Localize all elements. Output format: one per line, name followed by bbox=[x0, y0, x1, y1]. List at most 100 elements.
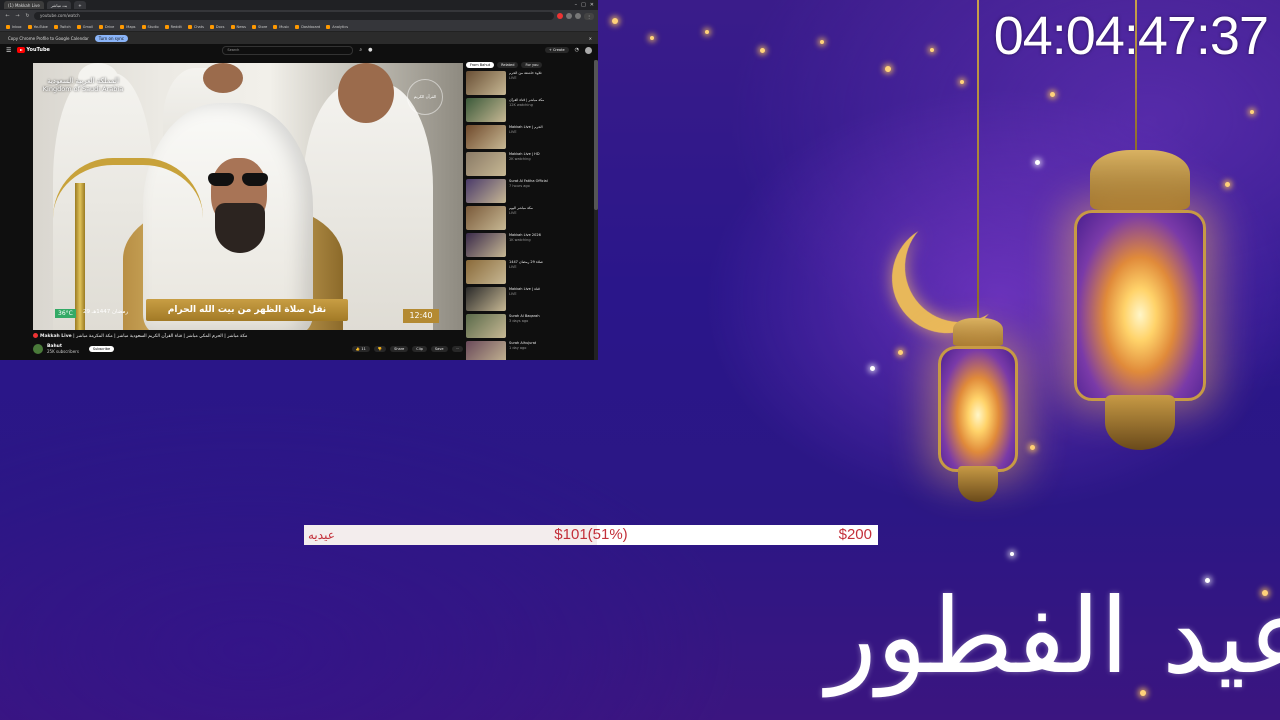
recommendation-item[interactable]: تلاوة خاشعة من الحرم LIVE bbox=[466, 71, 594, 97]
recommendation-meta: LIVE bbox=[509, 75, 517, 80]
scrollbar-thumb[interactable] bbox=[594, 60, 598, 210]
bell-icon[interactable]: ◔ bbox=[575, 47, 579, 53]
extension-icon[interactable] bbox=[557, 13, 563, 19]
share-button[interactable]: Share bbox=[390, 346, 409, 352]
youtube-logo[interactable]: YouTube bbox=[17, 47, 50, 53]
video-thumbnail[interactable] bbox=[466, 71, 506, 95]
mic-icon[interactable]: ● bbox=[368, 47, 372, 53]
more-button[interactable]: ⋯ bbox=[451, 346, 463, 352]
dislike-button[interactable]: 👎 bbox=[373, 346, 387, 352]
bookmark-item[interactable]: YouTube bbox=[27, 24, 48, 29]
search-input[interactable]: Search bbox=[222, 45, 354, 55]
recommendation-item[interactable]: Makkah Live 2026 1K watching bbox=[466, 233, 594, 259]
bookmark-item[interactable]: Maps bbox=[120, 24, 136, 29]
video-thumbnail[interactable] bbox=[466, 233, 506, 257]
bookmark-item[interactable]: News bbox=[230, 24, 246, 29]
sync-button[interactable]: Turn on sync bbox=[94, 34, 128, 42]
infobar-text: Copy Chrome Profile to Google Calendar bbox=[8, 35, 89, 41]
recommendation-item[interactable]: Makkah Live | الحرم LIVE bbox=[466, 125, 594, 151]
recommendation-item[interactable]: صلاة 29 رمضان 1447 LIVE bbox=[466, 260, 594, 286]
video-player[interactable]: المملكة العربية السعودية Kingdom of Saud… bbox=[33, 63, 463, 330]
recommendation-meta: 12K watching bbox=[509, 102, 533, 107]
forward-icon[interactable]: → bbox=[14, 13, 21, 20]
video-thumbnail[interactable] bbox=[466, 179, 506, 203]
profile-button[interactable]: ⋮ bbox=[584, 12, 594, 20]
new-tab-button[interactable]: + bbox=[74, 1, 86, 9]
avatar[interactable] bbox=[584, 46, 592, 54]
extension-icon[interactable] bbox=[575, 13, 581, 19]
browser-tab[interactable]: (1) Makkah Live bbox=[4, 1, 44, 9]
video-thumbnail[interactable] bbox=[466, 287, 506, 311]
recommendations-sidebar: From Bahut Related For you تلاوة خاشعة م… bbox=[466, 60, 594, 360]
save-button[interactable]: Save bbox=[430, 346, 448, 352]
extension-icon[interactable] bbox=[566, 13, 572, 19]
recommendation-title[interactable]: Surah Alhujurat bbox=[509, 341, 536, 346]
recommendation-text: صلاة 29 رمضان 1447 LIVE bbox=[509, 260, 543, 286]
watermark-english: Kingdom of Saudi Arabia bbox=[42, 85, 124, 93]
chip[interactable]: From Bahut bbox=[466, 62, 495, 68]
video-thumbnail[interactable] bbox=[466, 206, 506, 230]
scrollbar[interactable] bbox=[594, 60, 598, 360]
recommendation-item[interactable]: Surah Al Baqarah 3 days ago bbox=[466, 314, 594, 340]
close-icon[interactable]: ✕ bbox=[589, 36, 592, 41]
recommendation-title[interactable]: مكة مباشر | قناة القرآن bbox=[509, 98, 544, 103]
browser-tab[interactable]: ﺑﺚ ﻣﺒﺎﺷﺮ bbox=[46, 1, 72, 9]
recommendation-title[interactable]: Surah Al Baqarah bbox=[509, 314, 540, 319]
recommendation-item[interactable]: Surat Al Fatiha Official 7 hours ago bbox=[466, 179, 594, 205]
video-thumbnail[interactable] bbox=[466, 341, 506, 360]
bookmark-item[interactable]: Gmail bbox=[76, 24, 93, 29]
bookmark-item[interactable]: Inbox bbox=[6, 24, 22, 29]
recommendation-item[interactable]: Surah Alhujurat 1 day ago bbox=[466, 341, 594, 360]
channel-row: Bahut 25K subscribers Subscribe 👍 11 👎 S… bbox=[33, 342, 463, 356]
url-input[interactable]: youtube.com/watch bbox=[34, 12, 554, 20]
back-icon[interactable]: ← bbox=[4, 13, 11, 20]
video-thumbnail[interactable] bbox=[466, 314, 506, 338]
video-thumbnail[interactable] bbox=[466, 98, 506, 122]
tab-strip: (1) Makkah Live ﺑﺚ ﻣﺒﺎﺷﺮ + – □ ✕ bbox=[0, 0, 598, 10]
recommendation-title[interactable]: تلاوة خاشعة من الحرم bbox=[509, 71, 542, 76]
like-button[interactable]: 👍 11 bbox=[351, 346, 370, 352]
recommendation-meta: 2K watching bbox=[509, 156, 531, 161]
bookmark-item[interactable]: Music bbox=[273, 24, 289, 29]
recommendation-title[interactable]: Makkah Live | قناة bbox=[509, 287, 540, 292]
recommendation-item[interactable]: Makkah Live | قناة LIVE bbox=[466, 287, 594, 313]
create-button[interactable]: + Create bbox=[544, 47, 569, 53]
maximize-icon[interactable]: □ bbox=[581, 2, 586, 8]
channel-avatar[interactable] bbox=[33, 344, 43, 354]
recommendation-item[interactable]: مكة مباشر | قناة القرآن 12K watching bbox=[466, 98, 594, 124]
bookmark-item[interactable]: Chats bbox=[187, 24, 204, 29]
menu-icon[interactable]: ☰ bbox=[6, 47, 11, 54]
bookmark-item[interactable]: Dashboard bbox=[295, 24, 320, 29]
video-actions: 👍 11 👎 Share Clip Save ⋯ bbox=[351, 346, 463, 352]
bookmark-item[interactable]: Store bbox=[251, 24, 267, 29]
address-bar-row: ← → ↻ youtube.com/watch ⋮ bbox=[0, 10, 598, 22]
search-icon[interactable]: ⌕ bbox=[359, 47, 362, 53]
chip[interactable]: Related bbox=[497, 62, 519, 68]
clip-button[interactable]: Clip bbox=[412, 346, 427, 352]
chip[interactable]: For you bbox=[521, 62, 543, 68]
recommendation-text: تلاوة خاشعة من الحرم LIVE bbox=[509, 71, 542, 97]
reload-icon[interactable]: ↻ bbox=[24, 13, 31, 20]
recommendation-title[interactable]: Surat Al Fatiha Official bbox=[509, 179, 548, 184]
recommendation-title[interactable]: Makkah Live | الحرم bbox=[509, 125, 543, 130]
video-thumbnail[interactable] bbox=[466, 260, 506, 284]
recommendation-item[interactable]: Makkah Live | HD 2K watching bbox=[466, 152, 594, 178]
recommendation-title[interactable]: صلاة 29 رمضان 1447 bbox=[509, 260, 543, 265]
recommendation-title[interactable]: مكة مباشر اليوم bbox=[509, 206, 533, 211]
video-thumbnail[interactable] bbox=[466, 125, 506, 149]
subscribe-button[interactable]: Subscribe bbox=[88, 346, 115, 352]
recommendation-title[interactable]: Makkah Live 2026 bbox=[509, 233, 541, 238]
time-badge: 12:40 bbox=[403, 309, 439, 323]
bookmark-item[interactable]: Analytics bbox=[326, 24, 348, 29]
bookmark-item[interactable]: Drive bbox=[98, 24, 114, 29]
recommendation-title[interactable]: Makkah Live | HD bbox=[509, 152, 540, 157]
close-icon[interactable]: ✕ bbox=[590, 2, 594, 8]
minimize-icon[interactable]: – bbox=[575, 2, 578, 8]
recommendation-text: مكة مباشر | قناة القرآن 12K watching bbox=[509, 98, 544, 124]
bookmark-item[interactable]: Twitch bbox=[53, 24, 71, 29]
bookmark-item[interactable]: Docs bbox=[209, 24, 225, 29]
bookmark-item[interactable]: Reddit bbox=[164, 24, 182, 29]
bookmark-item[interactable]: Studio bbox=[141, 24, 159, 29]
video-thumbnail[interactable] bbox=[466, 152, 506, 176]
recommendation-item[interactable]: مكة مباشر اليوم LIVE bbox=[466, 206, 594, 232]
